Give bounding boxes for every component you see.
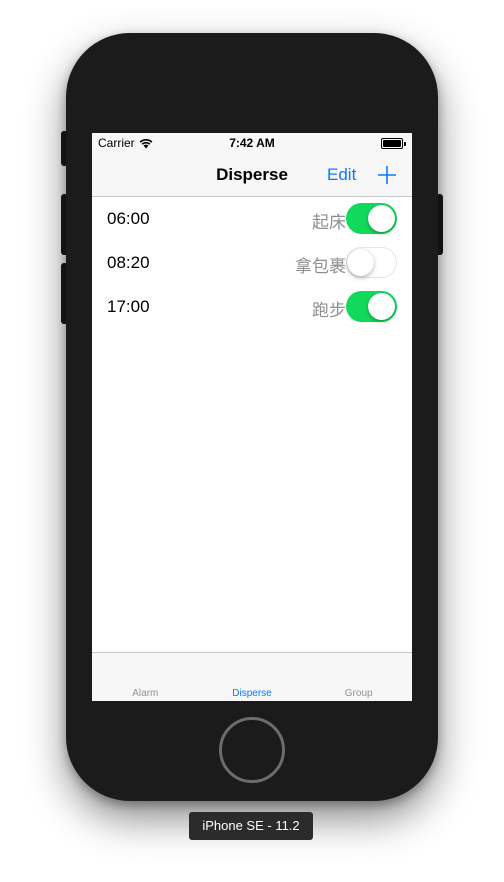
toggle-knob xyxy=(368,205,395,232)
tab-group[interactable]: Group xyxy=(305,653,412,701)
alarm-toggle[interactable] xyxy=(346,203,397,234)
toggle-knob xyxy=(368,293,395,320)
alarm-time: 06:00 xyxy=(107,209,150,228)
tab-bar: Alarm Disperse Group xyxy=(92,652,412,701)
alarm-list: 06:00 起床 08:20 拿包裹 17:00 跑步 xyxy=(92,197,412,329)
device-screen: Carrier 7:42 AM Disperse Edit 06:00 起床 0… xyxy=(92,133,412,701)
alarm-time: 17:00 xyxy=(107,297,150,316)
toggle-knob xyxy=(347,248,374,276)
battery-tip xyxy=(404,141,406,146)
edit-button[interactable]: Edit xyxy=(327,165,356,185)
device-caption: iPhone SE - 11.2 xyxy=(189,812,313,840)
alarm-label: 拿包裹 xyxy=(295,257,346,276)
alarm-row: 08:20 拿包裹 xyxy=(92,241,412,285)
tab-label: Alarm xyxy=(132,688,159,699)
simulator-stage: Carrier 7:42 AM Disperse Edit 06:00 起床 0… xyxy=(0,0,504,882)
status-time: 7:42 AM xyxy=(229,136,275,150)
navigation-bar: Disperse Edit xyxy=(92,153,412,197)
home-button[interactable] xyxy=(219,717,285,783)
battery-fill xyxy=(383,140,401,147)
plus-icon[interactable] xyxy=(376,164,398,186)
tab-label: Disperse xyxy=(232,688,272,699)
tab-alarm[interactable]: Alarm xyxy=(92,653,199,701)
tab-label: Group xyxy=(344,688,373,699)
alarm-row: 17:00 跑步 xyxy=(92,285,412,329)
alarm-time: 08:20 xyxy=(107,253,150,272)
nav-title: Disperse xyxy=(216,165,288,184)
alarm-label: 跑步 xyxy=(312,301,346,320)
status-bar: Carrier 7:42 AM xyxy=(92,133,412,153)
alarm-row: 06:00 起床 xyxy=(92,197,412,241)
battery-body xyxy=(381,138,403,149)
battery-icon xyxy=(381,138,406,149)
tab-disperse[interactable]: Disperse xyxy=(199,653,306,701)
alarm-label: 起床 xyxy=(312,213,346,232)
alarm-toggle[interactable] xyxy=(346,291,397,322)
alarm-toggle[interactable] xyxy=(346,247,397,278)
